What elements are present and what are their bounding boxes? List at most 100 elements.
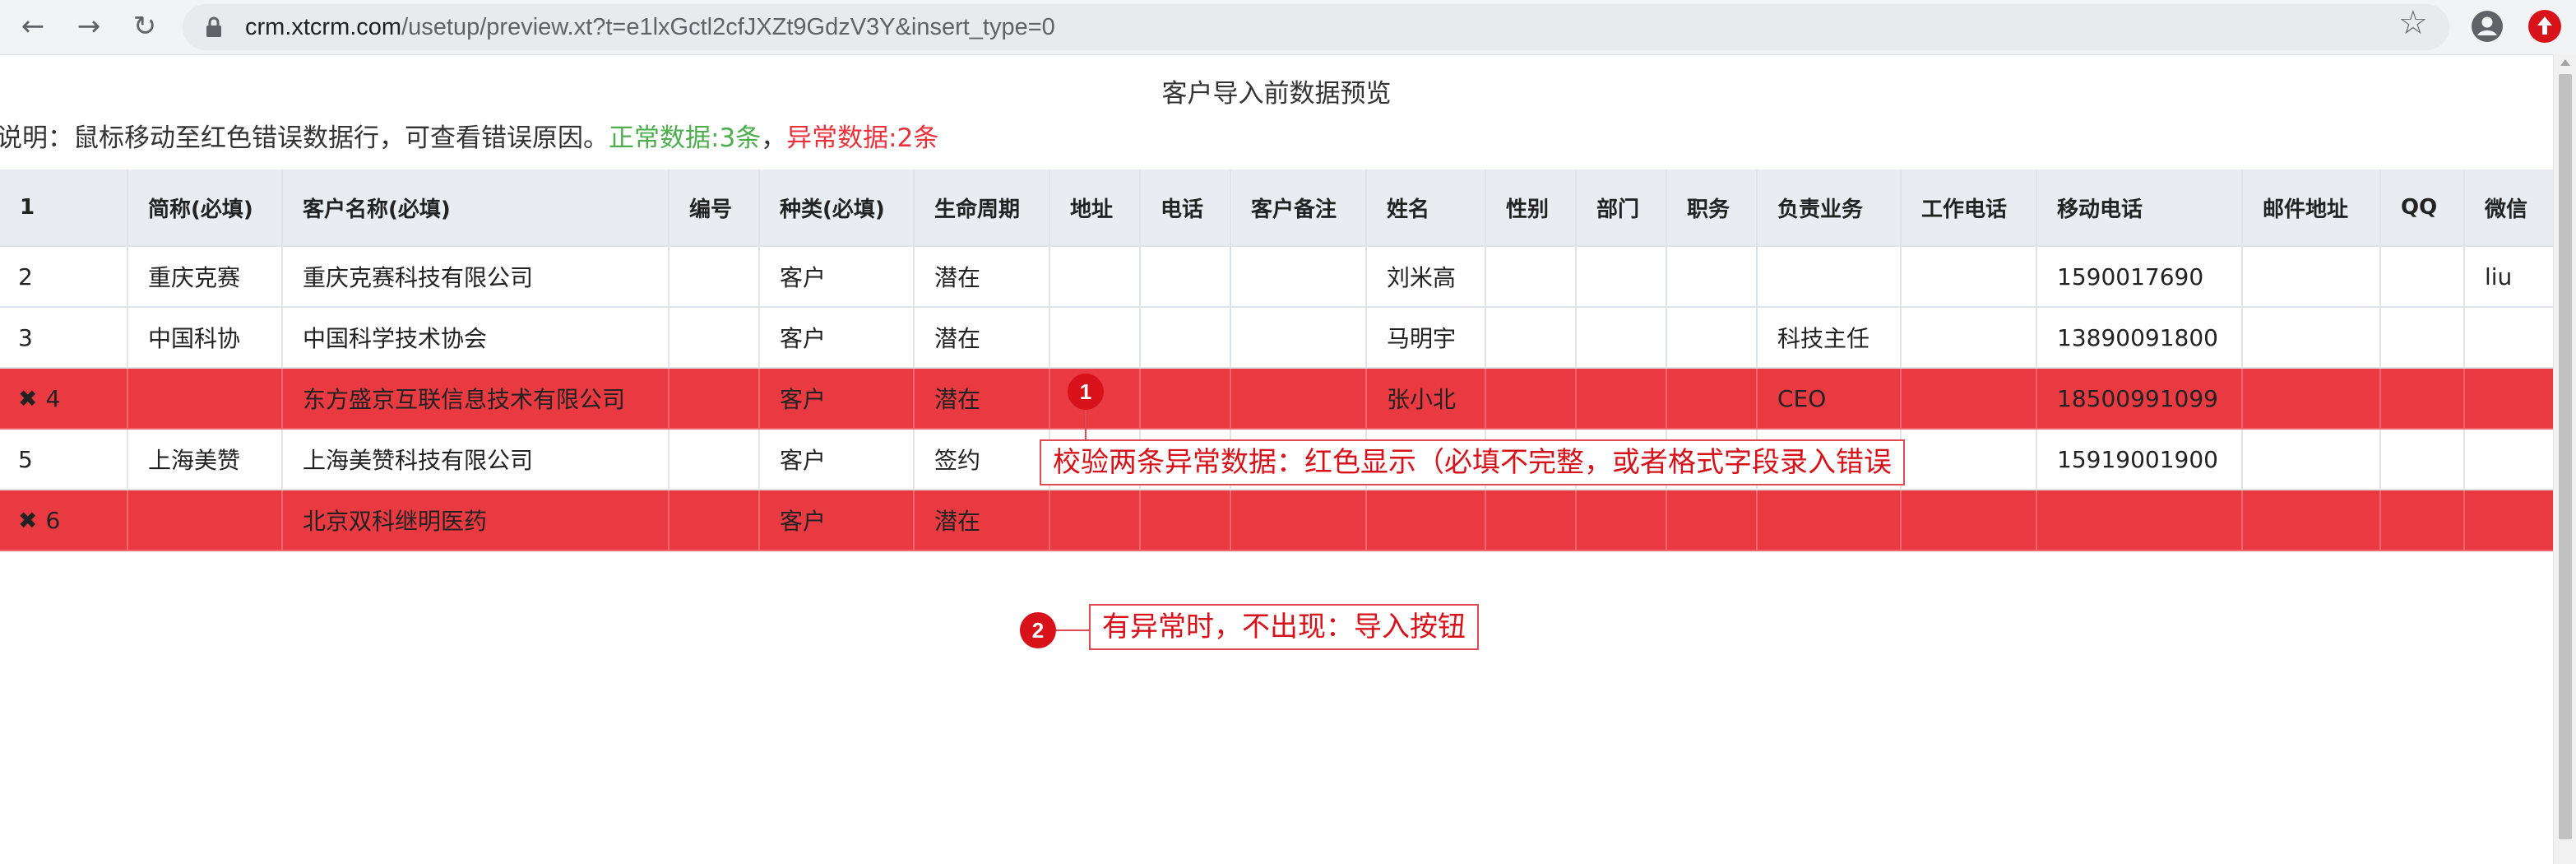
table-cell <box>1666 246 1758 308</box>
table-cell <box>127 368 283 430</box>
annotation-callout-2: 有异常时，不出现：导入按钮 <box>1089 604 1479 650</box>
annotation-callout-1: 校验两条异常数据：红色显示（必填不完整，或者格式字段录入错误 <box>1040 439 1905 485</box>
table-cell <box>2242 246 2381 308</box>
table-cell <box>1666 307 1758 369</box>
table-cell <box>1049 307 1141 369</box>
table-cell: liu <box>2464 246 2555 308</box>
table-cell <box>1901 368 2037 430</box>
table-cell <box>1049 490 1141 551</box>
table-cell <box>2380 368 2465 430</box>
table-cell <box>2242 307 2381 369</box>
error-count: 异常数据:2条 <box>786 123 939 153</box>
table-row[interactable]: 3 中国科协 中国科学技术协会 客户 潜在 马明宇 科技主任 13890091800 <box>0 307 2555 369</box>
column-header: 编号 <box>669 170 760 247</box>
table-cell <box>1666 490 1758 551</box>
table-cell <box>1901 429 2037 490</box>
table-cell <box>1901 307 2037 369</box>
table-cell <box>1230 246 1367 308</box>
table-cell <box>1485 307 1577 369</box>
table-cell: 重庆克赛 <box>127 246 283 308</box>
table-cell <box>1666 368 1758 430</box>
table-cell <box>127 490 283 551</box>
table-cell <box>1576 246 1667 308</box>
column-header: 职务 <box>1666 170 1758 247</box>
vertical-scrollbar[interactable] <box>2553 54 2576 864</box>
preview-table: 1 简称(必填) 客户名称(必填) 编号 种类(必填) 生命周期 地址 电话 客… <box>0 170 2555 551</box>
table-cell <box>1576 368 1667 430</box>
column-header: 生命周期 <box>914 170 1050 247</box>
table-cell: 1590017690 <box>2036 246 2243 308</box>
table-cell <box>1230 368 1367 430</box>
table-cell <box>2380 246 2465 308</box>
account-icon[interactable] <box>2471 10 2504 43</box>
column-header: 简称(必填) <box>127 170 283 247</box>
forward-icon[interactable]: → <box>71 8 107 44</box>
error-x-icon: ✖ <box>18 384 38 412</box>
star-icon[interactable]: ☆ <box>2398 5 2428 41</box>
table-cell: 上海美赞科技有限公司 <box>282 429 669 490</box>
table-cell: 客户 <box>759 368 915 430</box>
table-cell <box>2242 490 2381 551</box>
table-cell <box>1485 368 1577 430</box>
error-table-row[interactable]: ✖ 6 北京双科继明医药 客户 潜在 <box>0 490 2555 551</box>
scroll-up-icon[interactable] <box>2560 59 2570 66</box>
table-cell <box>1140 246 1231 308</box>
back-icon[interactable]: ← <box>15 8 51 44</box>
table-row[interactable]: 2 重庆克赛 重庆克赛科技有限公司 客户 潜在 刘米高 1590017690 liu <box>0 246 2555 308</box>
table-cell <box>1230 307 1367 369</box>
table-cell: 客户 <box>759 429 915 490</box>
table-cell: CEO <box>1757 368 1902 430</box>
annotation-badge-1: 1 <box>1068 374 1104 410</box>
column-header: 移动电话 <box>2036 170 2243 247</box>
reload-icon[interactable]: ↻ <box>127 8 163 44</box>
table-cell <box>2464 368 2555 430</box>
table-cell <box>2036 490 2243 551</box>
table-cell: ✖ 6 <box>0 490 128 551</box>
row-number: 4 <box>45 384 61 412</box>
table-cell <box>1576 490 1667 551</box>
table-cell: 刘米高 <box>1366 246 1486 308</box>
table-cell: 客户 <box>759 246 915 308</box>
table-cell: 科技主任 <box>1757 307 1902 369</box>
column-header: 电话 <box>1140 170 1231 247</box>
table-cell <box>669 246 760 308</box>
table-cell <box>1140 368 1231 430</box>
table-cell: 13890091800 <box>2036 307 2243 369</box>
column-header: QQ <box>2380 170 2465 247</box>
column-header: 1 <box>0 170 128 247</box>
table-cell: 中国科协 <box>127 307 283 369</box>
column-header: 地址 <box>1049 170 1141 247</box>
extension-icon[interactable] <box>2527 8 2563 44</box>
column-header: 工作电话 <box>1901 170 2037 247</box>
table-cell: 潜在 <box>914 307 1050 369</box>
lock-icon <box>206 16 221 37</box>
table-cell <box>1230 490 1367 551</box>
table-cell <box>1140 490 1231 551</box>
table-cell: 马明宇 <box>1366 307 1486 369</box>
column-header: 负责业务 <box>1757 170 1902 247</box>
address-bar[interactable]: crm.xtcrm.com/usetup/preview.xt?t=e1lxGc… <box>183 4 2449 50</box>
annotation-badge-2: 2 <box>1020 612 1056 648</box>
table-cell <box>1485 246 1577 308</box>
table-cell: 15919001900 <box>2036 429 2243 490</box>
error-table-row[interactable]: ✖ 4 东方盛京互联信息技术有限公司 客户 潜在 张小北 CEO 18500991099 <box>0 368 2555 430</box>
table-cell <box>1140 307 1231 369</box>
table-cell: 客户 <box>759 490 915 551</box>
row-number: 5 <box>18 445 33 473</box>
table-cell <box>2242 429 2381 490</box>
column-header: 姓名 <box>1366 170 1486 247</box>
notice-text: 说明：鼠标移动至红色错误数据行，可查看错误原因。正常数据:3条，异常数据:2条 <box>0 117 938 154</box>
url-path: /usetup/preview.xt?t=e1lxGctl2cfJXZt9Gdz… <box>401 14 1055 40</box>
table-cell <box>1049 246 1141 308</box>
row-number: 3 <box>18 323 33 351</box>
table-cell: 潜在 <box>914 246 1050 308</box>
column-header: 客户备注 <box>1230 170 1367 247</box>
table-cell: ✖ 4 <box>0 368 128 430</box>
table-cell <box>1757 490 1902 551</box>
column-header: 种类(必填) <box>759 170 915 247</box>
annotation-leader-2 <box>1056 629 1091 631</box>
table-cell: 东方盛京互联信息技术有限公司 <box>282 368 669 430</box>
table-cell <box>1757 246 1902 308</box>
scrollbar-thumb[interactable] <box>2559 74 2572 839</box>
table-cell <box>2464 429 2555 490</box>
